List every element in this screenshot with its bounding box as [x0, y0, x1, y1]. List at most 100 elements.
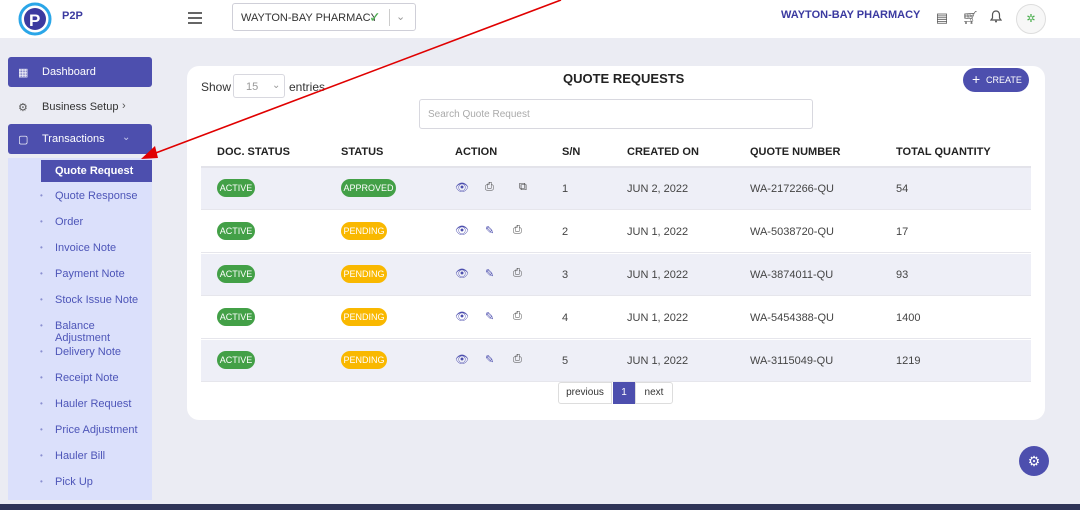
- p2p-logo[interactable]: P: [18, 2, 58, 36]
- sidebar-item-delivery-note[interactable]: • Delivery Note: [8, 341, 152, 363]
- print-icon[interactable]: ⎙: [513, 310, 522, 323]
- edit-icon[interactable]: ✎: [485, 310, 494, 323]
- column-header[interactable]: CREATED ON: [627, 146, 699, 158]
- created-on-cell: JUN 1, 2022: [627, 269, 689, 281]
- chevron-down-icon[interactable]: ⌄: [396, 10, 405, 23]
- sn-cell: 1: [562, 183, 569, 195]
- sidebar-item-balance-adjustment[interactable]: • Balance Adjustment: [8, 315, 152, 344]
- svg-text:P: P: [29, 11, 40, 30]
- eye-icon[interactable]: 👁︎: [455, 267, 469, 280]
- top-bar: P P2P WAYTON-BAY PHARMACY ✓ ⌄ WAYTON-BAY…: [0, 0, 1080, 38]
- table-row[interactable]: ACTIVE APPROVED 👁︎ ⎙ ⧉ 1 JUN 2, 2022 WA-…: [201, 168, 1031, 210]
- column-header[interactable]: QUOTE NUMBER: [750, 146, 840, 158]
- print-icon[interactable]: ⎙: [513, 267, 522, 280]
- table-row[interactable]: ACTIVE PENDING 👁︎ ✎ ⎙ 5 JUN 1, 2022 WA-3…: [201, 340, 1031, 382]
- print-icon[interactable]: ⎙: [513, 353, 522, 366]
- page-title: QUOTE REQUESTS: [563, 71, 685, 86]
- eye-icon[interactable]: 👁︎: [455, 224, 469, 237]
- bottom-bar: [0, 504, 1080, 510]
- pagination-current-page[interactable]: 1: [613, 382, 635, 404]
- sidebar-item-stock-issue-note[interactable]: • Stock Issue Note: [8, 289, 152, 311]
- print-icon[interactable]: ⎙: [513, 224, 522, 237]
- sidebar-item-payment-note[interactable]: • Payment Note: [8, 263, 152, 285]
- sidebar-item-label: Hauler Request: [55, 398, 132, 410]
- sidebar-item-receipt-note[interactable]: • Receipt Note: [8, 367, 152, 389]
- list-icon[interactable]: ▤: [934, 10, 950, 26]
- bullet: •: [40, 321, 43, 330]
- copy-icon[interactable]: ⧉: [519, 181, 527, 194]
- table-row[interactable]: ACTIVE PENDING 👁︎ ✎ ⎙ 3 JUN 1, 2022 WA-3…: [201, 254, 1031, 296]
- edit-icon[interactable]: ✎: [485, 267, 494, 280]
- entries-select[interactable]: 15 ⌄: [233, 74, 285, 98]
- create-button[interactable]: + CREATE: [963, 68, 1029, 92]
- sidebar-item-label: Invoice Note: [55, 242, 117, 254]
- quote-number-cell: WA-5454388-QU: [750, 312, 834, 324]
- eye-icon[interactable]: 👁︎: [455, 181, 469, 194]
- status-badge: PENDING: [341, 222, 387, 240]
- store-select[interactable]: WAYTON-BAY PHARMACY ✓ ⌄: [232, 3, 416, 31]
- column-header[interactable]: ACTION: [455, 146, 497, 158]
- sidebar-item-quote-request[interactable]: Quote Request: [41, 160, 152, 182]
- bullet: •: [40, 399, 43, 408]
- column-header[interactable]: TOTAL QUANTITY: [896, 146, 991, 158]
- table-row[interactable]: ACTIVE PENDING 👁︎ ✎ ⎙ 2 JUN 1, 2022 WA-5…: [201, 211, 1031, 253]
- sidebar-item-label: Dashboard: [42, 66, 96, 78]
- column-header[interactable]: STATUS: [341, 146, 383, 158]
- chevron-down-icon: ⌄: [272, 80, 281, 91]
- pagination-previous[interactable]: previous: [558, 382, 612, 404]
- sidebar-item-transactions[interactable]: ▢ Transactions ⌄: [8, 124, 152, 154]
- eye-icon[interactable]: 👁︎: [455, 310, 469, 323]
- pagination-next[interactable]: next: [635, 382, 673, 404]
- quote-number-cell: WA-2172266-QU: [750, 183, 834, 195]
- column-header[interactable]: DOC. STATUS: [217, 146, 290, 158]
- sidebar-item-order[interactable]: • Order: [8, 211, 152, 233]
- table-row[interactable]: ACTIVE PENDING 👁︎ ✎ ⎙ 4 JUN 1, 2022 WA-5…: [201, 297, 1031, 339]
- sidebar-item-label: Order: [55, 216, 84, 228]
- sidebar-item-price-adjustment[interactable]: • Price Adjustment: [8, 419, 152, 441]
- sidebar-item-label: Delivery Note: [55, 346, 122, 358]
- hamburger-icon[interactable]: [188, 12, 202, 24]
- check-icon: ✓: [369, 9, 381, 25]
- created-on-cell: JUN 2, 2022: [627, 183, 689, 195]
- avatar[interactable]: ✲: [1016, 4, 1046, 34]
- sidebar-item-hauler-bill[interactable]: • Hauler Bill: [8, 445, 152, 467]
- sidebar-item-dashboard[interactable]: ▦ Dashboard: [8, 57, 152, 87]
- total-quantity-cell: 54: [896, 183, 909, 195]
- sidebar-item-label: Hauler Bill: [55, 450, 106, 462]
- edit-icon[interactable]: ✎: [485, 353, 494, 366]
- status-badge: APPROVED: [341, 179, 396, 197]
- sidebar-item-label: Business Setup: [42, 101, 119, 113]
- sidebar-item-quote-response[interactable]: • Quote Response: [8, 185, 152, 207]
- settings-fab-gear-icon[interactable]: ⚙: [1019, 446, 1049, 476]
- cart-icon[interactable]: 🛒︎: [962, 10, 979, 26]
- sidebar-item-pick-up[interactable]: • Pick Up: [8, 471, 152, 493]
- quote-number-cell: WA-3115049-QU: [750, 355, 834, 367]
- sidebar-item-label: Quote Request: [55, 165, 134, 177]
- chevron-down-icon: ⌄: [122, 132, 131, 143]
- gear-icon: ⚙: [18, 102, 28, 114]
- sidebar-item-label: Quote Response: [55, 190, 138, 202]
- status-badge: PENDING: [341, 351, 387, 369]
- doc-status-badge: ACTIVE: [217, 222, 255, 240]
- bell-icon[interactable]: [988, 10, 1004, 26]
- bullet: •: [40, 191, 43, 200]
- sidebar-item-hauler-request[interactable]: • Hauler Request: [8, 393, 152, 415]
- doc-status-badge: ACTIVE: [217, 351, 255, 369]
- select-divider: [389, 9, 390, 26]
- bullet: •: [40, 425, 43, 434]
- bullet: •: [40, 243, 43, 252]
- created-on-cell: JUN 1, 2022: [627, 226, 689, 238]
- search-input[interactable]: [419, 99, 813, 129]
- sidebar-item-business-setup[interactable]: ⚙ Business Setup ›: [8, 92, 152, 122]
- sidebar-item-invoice-note[interactable]: • Invoice Note: [8, 237, 152, 259]
- column-header[interactable]: S/N: [562, 146, 580, 158]
- sidebar-item-label: Price Adjustment: [55, 424, 138, 436]
- sidebar-item-label: Payment Note: [55, 268, 125, 280]
- sidebar-item-label: Transactions: [42, 133, 105, 145]
- eye-icon[interactable]: 👁︎: [455, 353, 469, 366]
- print-icon[interactable]: ⎙: [485, 181, 494, 194]
- edit-icon[interactable]: ✎: [485, 224, 494, 237]
- total-quantity-cell: 93: [896, 269, 909, 281]
- bullet: •: [40, 269, 43, 278]
- transactions-submenu: Quote Request • Quote Response • Order • In…: [8, 158, 152, 500]
